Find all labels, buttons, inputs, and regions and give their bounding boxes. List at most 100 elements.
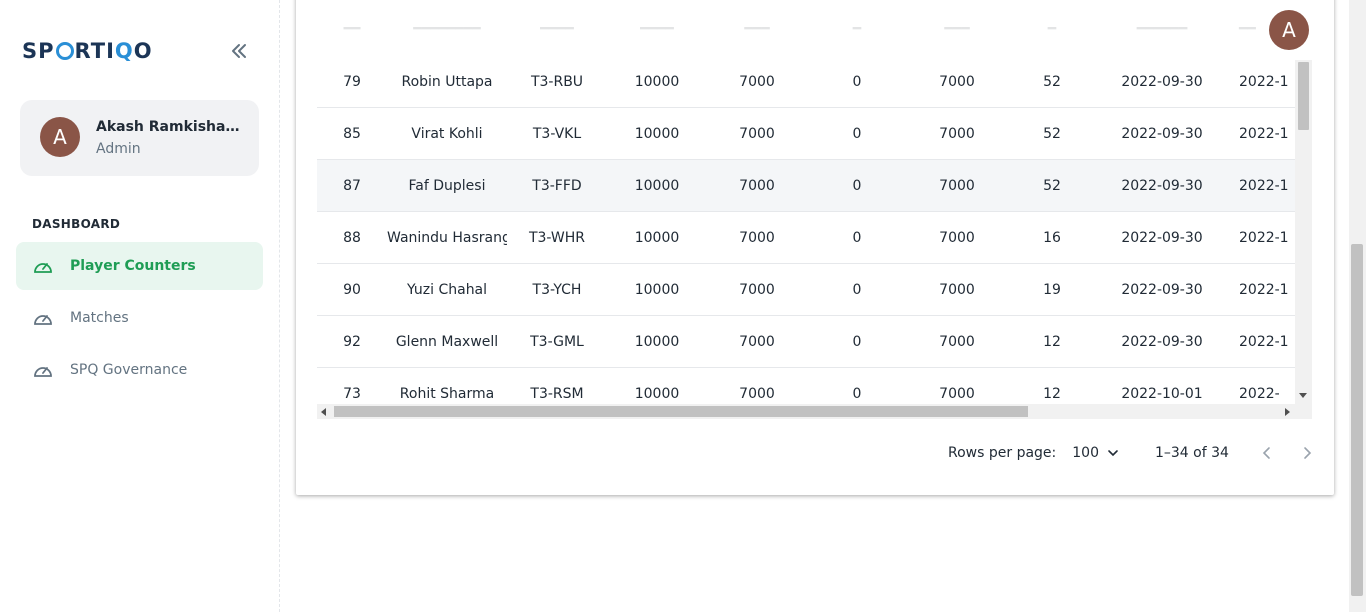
table-cell: 7000: [939, 177, 975, 194]
table-row[interactable]: 73 Rohit Sharma T3-RSM 10000 7000 0 7000 12 2022…: [317, 368, 1295, 404]
table-cell: 2022-09-30: [1121, 333, 1203, 350]
table-cell: 16: [1043, 229, 1061, 246]
table-cell: 19: [1043, 281, 1061, 298]
player-counters-table: ━━ ━━━━━━━━ ━━━━ ━━━━ ━━━ ━ ━━━ ━ ━━━━━━…: [317, 0, 1295, 404]
page-vertical-scrollbar[interactable]: [1349, 0, 1366, 612]
account-role: Admin: [96, 141, 141, 157]
avatar: A: [40, 117, 80, 157]
table-cell: Faf Duplesi: [408, 177, 486, 194]
account-avatar-button[interactable]: A: [1269, 10, 1309, 50]
table-cell: 10000: [634, 281, 680, 298]
table-cell: 2022-09-30: [1121, 73, 1203, 90]
table-cell: Glenn Maxwell: [395, 333, 499, 350]
scrollbar-thumb[interactable]: [334, 406, 1028, 417]
table-cell: 7000: [739, 73, 775, 90]
speedometer-icon: [32, 255, 54, 277]
table-horizontal-scrollbar[interactable]: [317, 404, 1312, 419]
sidebar-item-spq-governance[interactable]: SPQ Governance: [16, 346, 263, 394]
table-cell: 7000: [739, 229, 775, 246]
table-cell: 0: [852, 125, 862, 142]
table-cell: 10000: [634, 73, 680, 90]
chevron-right-icon: [1304, 447, 1312, 459]
table-cell: 0: [852, 73, 862, 90]
table-cell: 52: [1043, 177, 1061, 194]
scroll-right-arrow-icon[interactable]: [1285, 408, 1290, 416]
table-cell: 10000: [634, 385, 680, 402]
table-cell: 2022-09-30: [1121, 281, 1203, 298]
collapse-sidebar-button[interactable]: [226, 38, 252, 64]
table-cell: Wanindu Hasranga: [387, 229, 507, 246]
sportiqo-logo[interactable]: SP RTIQO: [22, 38, 153, 64]
table-cell: 0: [852, 177, 862, 194]
chevron-down-icon: [1108, 450, 1118, 457]
table-cell: 10000: [634, 229, 680, 246]
scroll-down-arrow-icon[interactable]: [1299, 393, 1307, 398]
table-row[interactable]: 92 Glenn Maxwell T3-GML 10000 7000 0 7000 12 202…: [317, 316, 1295, 368]
table-cell: 7000: [739, 333, 775, 350]
table-cell: 0: [852, 229, 862, 246]
table-cell: 0: [852, 333, 862, 350]
table-cell: 7000: [939, 281, 975, 298]
table-cell: 0: [852, 385, 862, 402]
next-page-button[interactable]: [1293, 439, 1321, 467]
table-cell: 2022-1: [1239, 177, 1289, 194]
table-cell: 90: [343, 281, 361, 298]
scrollbar-thumb[interactable]: [1298, 62, 1309, 130]
sidebar-item-label: Player Counters: [70, 258, 196, 274]
table-cell: 7000: [739, 177, 775, 194]
table-cell: 12: [1043, 333, 1061, 350]
table-vertical-scrollbar[interactable]: [1295, 60, 1312, 404]
table-header: ━━ ━━━━━━━━ ━━━━ ━━━━ ━━━ ━ ━━━ ━ ━━━━━━…: [343, 21, 1256, 37]
logo-star-icon: [55, 42, 74, 60]
table-cell: 2022-: [1239, 385, 1280, 402]
table-cell: 2022-1: [1239, 333, 1289, 350]
table-cell: 2022-1: [1239, 73, 1289, 90]
table-row[interactable]: 85 Virat Kohli T3-VKL 10000 7000 0 7000 52 2022-…: [317, 108, 1295, 160]
table-cell: 87: [343, 177, 361, 194]
rows-per-page-select[interactable]: 100: [1072, 445, 1121, 461]
sidebar-item-label: Matches: [70, 310, 129, 326]
table-cell: T3-YCH: [532, 281, 582, 298]
table-cell: 10000: [634, 177, 680, 194]
table-cell: 52: [1043, 73, 1061, 90]
table-row[interactable]: 90 Yuzi Chahal T3-YCH 10000 7000 0 7000 19 2022-…: [317, 264, 1295, 316]
table-cell: 12: [1043, 385, 1061, 402]
table-cell: 7000: [939, 333, 975, 350]
table-cell: T3-RBU: [530, 73, 584, 90]
table-cell: 0: [852, 281, 862, 298]
table-cell: 7000: [939, 125, 975, 142]
sidebar-item-matches[interactable]: Matches: [16, 294, 263, 342]
table-cell: T3-FFD: [532, 177, 582, 194]
scrollbar-thumb[interactable]: [1351, 244, 1363, 596]
table-cell: 2022-1: [1239, 281, 1289, 298]
table-cell: Yuzi Chahal: [406, 281, 488, 298]
table-row[interactable]: 79 Robin Uttapa T3-RBU 10000 7000 0 7000 52 2022…: [317, 56, 1295, 108]
previous-page-button[interactable]: [1253, 439, 1281, 467]
table-row[interactable]: 88 Wanindu Hasranga T3-WHR 10000 7000 0 7000 16…: [317, 212, 1295, 264]
table-cell: 73: [343, 385, 361, 402]
speedometer-icon: [32, 359, 54, 381]
table-cell: 92: [343, 333, 361, 350]
table-row[interactable]: 87 Faf Duplesi T3-FFD 10000 7000 0 7000 52 2022-…: [317, 160, 1295, 212]
table-cell: 2022-10-01: [1121, 385, 1203, 402]
nav-section-title: DASHBOARD: [32, 217, 121, 231]
scroll-left-arrow-icon[interactable]: [321, 408, 326, 416]
table-cell: Robin Uttapa: [401, 73, 493, 90]
sidebar-item-player-counters[interactable]: Player Counters: [16, 242, 263, 290]
table-cell: T3-RSM: [530, 385, 584, 402]
sidebar: SPRTIQO A Akash Ramkishanra... Admin DAS…: [0, 0, 280, 612]
rows-per-page-label: Rows per page:: [948, 445, 1057, 461]
table-cell: 2022-09-30: [1121, 125, 1203, 142]
table-cell: T3-VKL: [532, 125, 582, 142]
table-cell: T3-WHR: [528, 229, 586, 246]
speedometer-icon: [32, 307, 54, 329]
table-cell: 10000: [634, 125, 680, 142]
table-cell: 7000: [939, 385, 975, 402]
table-cell: 7000: [739, 281, 775, 298]
double-chevron-left-icon: [232, 44, 246, 58]
account-card[interactable]: A Akash Ramkishanra... Admin: [20, 100, 259, 176]
table-cell: T3-GML: [530, 333, 584, 350]
table-cell: 2022-09-30: [1121, 229, 1203, 246]
table-cell: 10000: [634, 333, 680, 350]
table-cell: 85: [343, 125, 361, 142]
